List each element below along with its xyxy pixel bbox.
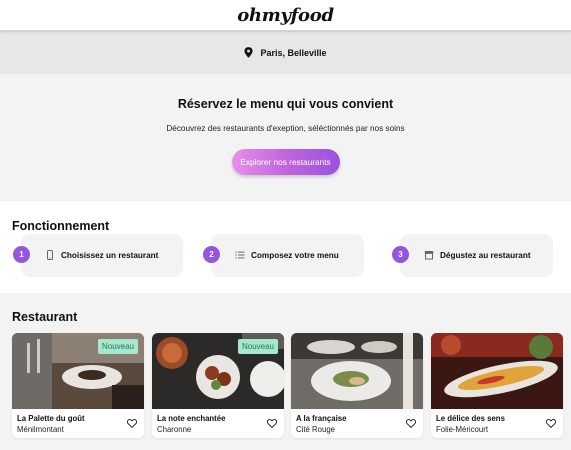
new-badge: Nouveau xyxy=(237,339,278,354)
step-number-badge: 2 xyxy=(203,246,220,263)
logo[interactable]: ohmyfood xyxy=(237,5,334,26)
section-title-how: Fonctionnement xyxy=(12,219,110,233)
smartphone-icon xyxy=(47,250,53,260)
step-number-badge: 1 xyxy=(13,246,30,263)
restaurants-section: Restaurant Nouveau La Palette du goût Mé… xyxy=(0,293,571,450)
how-it-works-section: Fonctionnement 1 Choisissez un restauran… xyxy=(0,201,571,293)
restaurant-card[interactable]: Le délice des sens Folie-Méricourt xyxy=(431,333,563,438)
store-icon xyxy=(424,251,434,260)
restaurant-photo xyxy=(291,333,423,409)
heart-icon[interactable] xyxy=(406,419,416,428)
location-text: Paris, Belleville xyxy=(260,47,327,58)
section-title-restaurants: Restaurant xyxy=(12,310,78,324)
hero-title: Réservez le menu qui vous convient xyxy=(177,97,394,111)
restaurant-name: La Palette du goût xyxy=(17,414,85,423)
restaurant-photo xyxy=(431,333,563,409)
hero-subtitle: Découvrez des restaurants d'exeption, sé… xyxy=(166,124,405,133)
site-header: ohmyfood xyxy=(0,0,571,31)
restaurant-card[interactable]: Nouveau La Palette du goût Ménilmontant xyxy=(12,333,144,438)
step-number-badge: 3 xyxy=(392,246,409,263)
restaurant-location: Folie-Méricourt xyxy=(436,425,488,434)
step-label: Choisissez un restaurant xyxy=(61,251,159,260)
step-label: Composez votre menu xyxy=(251,251,339,260)
step-2-card: 2 Composez votre menu xyxy=(203,234,364,277)
new-badge: Nouveau xyxy=(97,339,138,354)
heart-icon[interactable] xyxy=(267,419,277,428)
restaurant-name: A la française xyxy=(296,414,347,423)
restaurant-location: Ménilmontant xyxy=(17,425,64,434)
restaurant-name: Le délice des sens xyxy=(436,414,505,423)
heart-icon[interactable] xyxy=(127,419,137,428)
step-label: Dégustez au restaurant xyxy=(440,251,531,260)
location-bar: Paris, Belleville xyxy=(0,31,571,74)
hero-section: Réservez le menu qui vous convient Décou… xyxy=(0,74,571,201)
restaurant-name: La note enchantée xyxy=(157,414,226,423)
heart-icon[interactable] xyxy=(546,419,556,428)
restaurant-location: Charonne xyxy=(157,425,192,434)
list-icon xyxy=(235,251,245,259)
explore-restaurants-button[interactable]: Explorer nos restaurants xyxy=(231,149,340,175)
step-1-card: 1 Choisissez un restaurant xyxy=(13,234,183,277)
restaurant-location: Cité Rouge xyxy=(296,425,336,434)
step-3-card: 3 Dégustez au restaurant xyxy=(392,234,553,277)
restaurant-card[interactable]: A la française Cité Rouge xyxy=(291,333,423,438)
restaurant-card[interactable]: Nouveau La note enchantée Charonne xyxy=(152,333,284,438)
location-pin-icon xyxy=(244,47,254,58)
